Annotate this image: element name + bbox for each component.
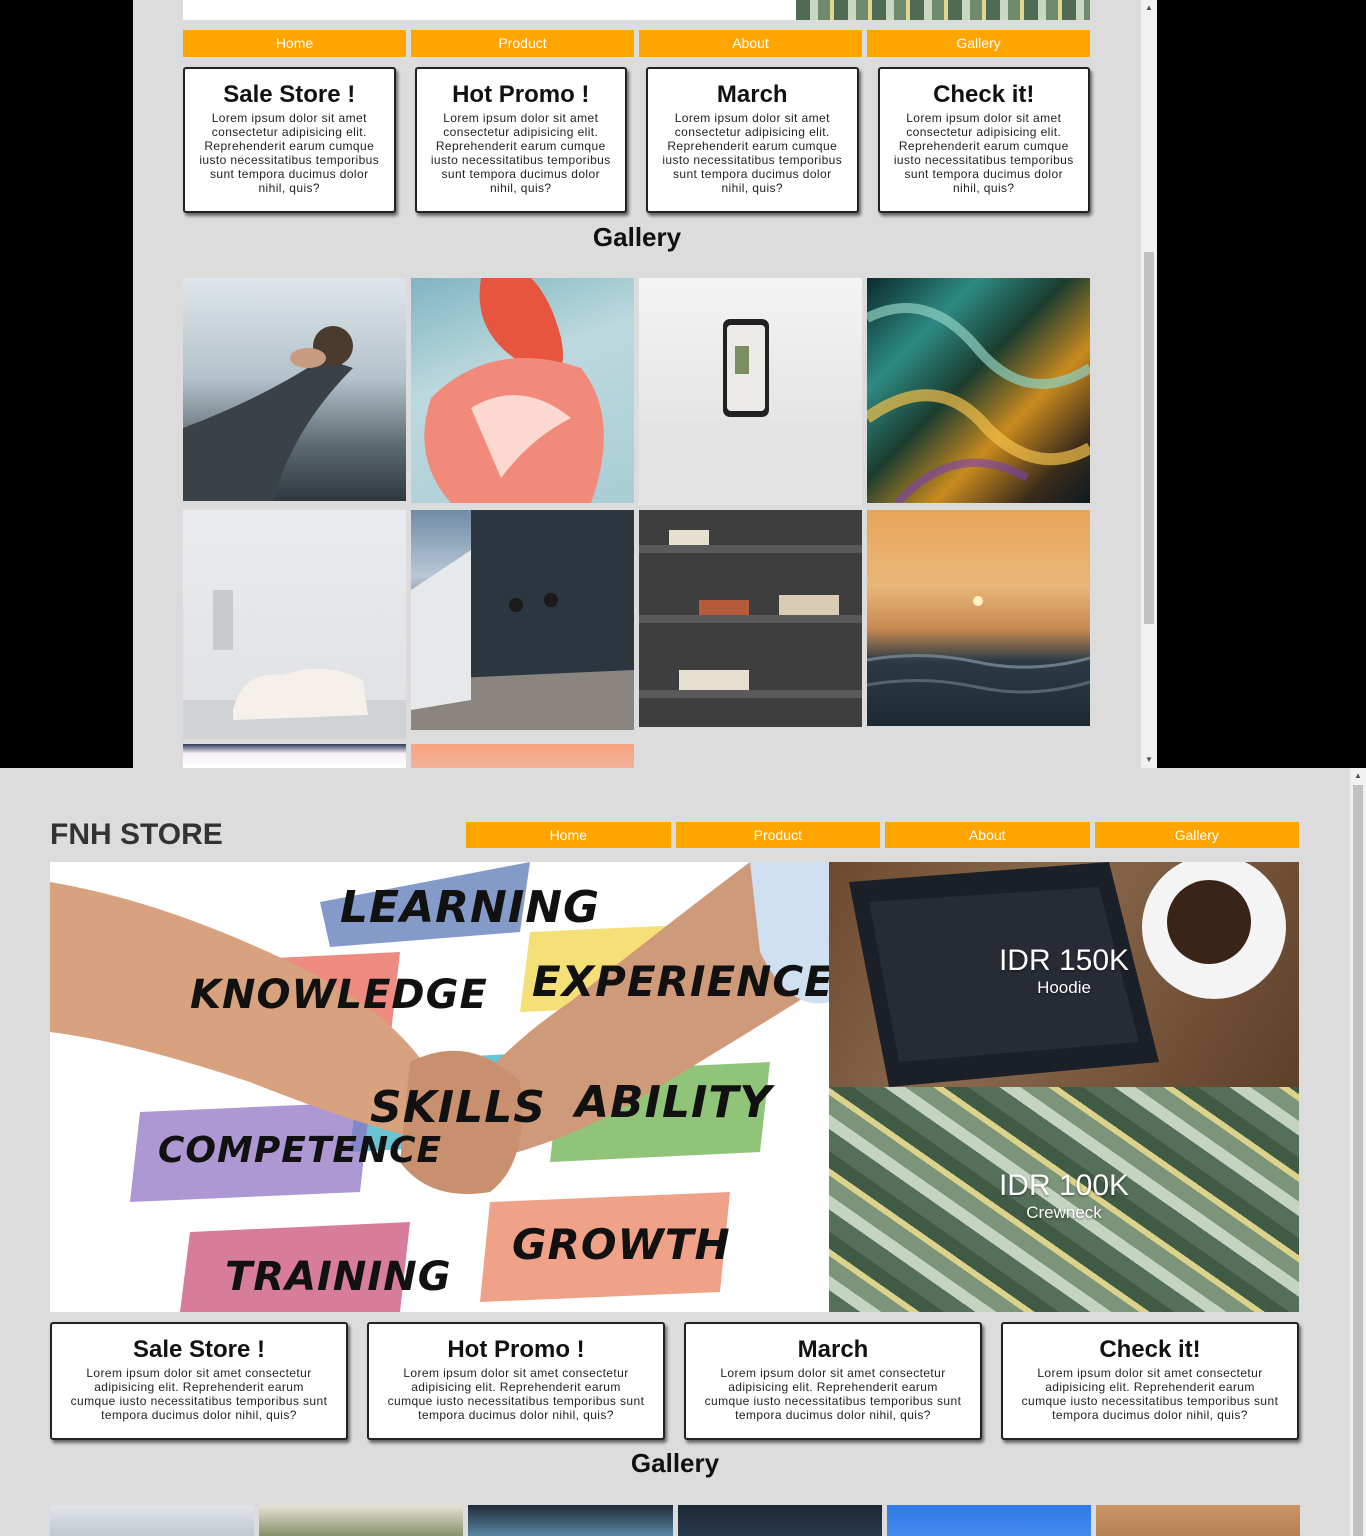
narrow-viewport: Home Product About Gallery Sale Store ! … (0, 0, 1366, 768)
skaters-art (411, 510, 634, 730)
nav-home[interactable]: Home (466, 822, 671, 848)
info-cards: Sale Store ! Lorem ipsum dolor sit amet … (50, 1322, 1300, 1440)
nav-gallery[interactable]: Gallery (867, 30, 1090, 57)
card-text: Lorem ipsum dolor sit amet consectetur a… (1021, 1366, 1279, 1422)
word-knowledge: KNOWLEDGE (190, 972, 488, 1018)
nav-about[interactable]: About (639, 30, 862, 57)
nav-home[interactable]: Home (183, 30, 406, 57)
word-ability: ABILITY (575, 1077, 773, 1128)
card-sale-store: Sale Store ! Lorem ipsum dolor sit amet … (50, 1322, 348, 1440)
gallery-photo-flamingo[interactable] (411, 278, 634, 503)
gallery-photo-partial-2[interactable] (411, 744, 634, 768)
bookshelf-art (639, 530, 862, 698)
card-title: Sale Store ! (132, 1336, 266, 1363)
phone-art (639, 319, 862, 505)
word-competence: COMPETENCE (158, 1130, 443, 1171)
word-learning: LEARNING (340, 882, 601, 933)
card-title: Hot Promo ! (447, 1336, 585, 1363)
gallery-thumb-6[interactable] (1095, 1505, 1301, 1536)
flamingo-art (424, 278, 604, 503)
scrollbar-wide[interactable]: ▲ (1350, 768, 1366, 1536)
promo-price: IDR 100K (998, 1169, 1130, 1202)
word-experience: EXPERIENCE (532, 957, 829, 1006)
gallery-thumb-1[interactable] (50, 1505, 255, 1536)
scroll-up-arrow-icon[interactable]: ▲ (1141, 0, 1157, 16)
card-check-it: Check it! Lorem ipsum dolor sit amet con… (1001, 1322, 1299, 1440)
card-text: Lorem ipsum dolor sit amet consectetur a… (893, 111, 1074, 195)
hero-banner-strip (183, 0, 1090, 20)
word-growth: GROWTH (512, 1220, 731, 1269)
sunset-art (867, 596, 1090, 694)
gallery-photo-room[interactable] (183, 510, 406, 739)
card-title: March (716, 81, 788, 108)
scrollbar-narrow[interactable]: ▲ ▼ (1141, 0, 1157, 768)
card-title: Check it! (933, 81, 1035, 108)
gallery-thumb-3[interactable] (468, 1505, 673, 1536)
word-training: TRAINING (225, 1254, 452, 1300)
gallery-photo-skaters[interactable] (411, 510, 634, 730)
scrollbar-thumb[interactable] (1144, 252, 1154, 624)
card-march: March Lorem ipsum dolor sit amet consect… (684, 1322, 982, 1440)
card-hot-promo: Hot Promo ! Lorem ipsum dolor sit amet c… (414, 67, 627, 213)
card-text: Lorem ipsum dolor sit amet consectetur a… (662, 111, 843, 195)
nav-about[interactable]: About (885, 822, 1090, 848)
gallery-thumb-2[interactable] (259, 1505, 464, 1536)
card-hot-promo: Hot Promo ! Lorem ipsum dolor sit amet c… (367, 1322, 665, 1440)
promo-name: Hoodie (1037, 978, 1091, 997)
card-text: Lorem ipsum dolor sit amet consectetur a… (430, 111, 611, 195)
abstract-waves-art (867, 303, 1090, 503)
page-narrow: Home Product About Gallery Sale Store ! … (133, 0, 1141, 768)
card-title: Hot Promo ! (452, 81, 590, 108)
scroll-down-arrow-icon[interactable]: ▼ (1141, 752, 1157, 768)
promo-hoodie[interactable]: IDR 150K Hoodie (829, 862, 1299, 1087)
scroll-up-arrow-icon[interactable]: ▲ (1350, 768, 1366, 784)
card-text: Lorem ipsum dolor sit amet consectetur a… (387, 1366, 645, 1422)
card-march: March Lorem ipsum dolor sit amet consect… (646, 67, 859, 213)
gallery-photo-phone[interactable] (639, 278, 862, 505)
promo-crewneck[interactable]: IDR 100K Crewneck (829, 1087, 1299, 1312)
gallery-photo-bookshelf[interactable] (639, 510, 862, 727)
gallery-title: Gallery (630, 1448, 720, 1478)
gallery-title: Gallery (592, 222, 682, 252)
scrollbar-thumb[interactable] (1353, 785, 1363, 1536)
nav-gallery[interactable]: Gallery (1094, 822, 1299, 848)
gallery-photo-abstract[interactable] (867, 278, 1090, 503)
compass-hand-art (183, 326, 353, 501)
card-text: Lorem ipsum dolor sit amet consectetur a… (70, 1366, 328, 1422)
gallery-photo-sunset-sea[interactable] (867, 510, 1090, 726)
nav-bar: Home Product About Gallery (183, 30, 1090, 57)
word-skills: SKILLS (370, 1082, 546, 1133)
hero-image: LEARNING KNOWLEDGE EXPERIENCE SKILLS ABI… (50, 862, 829, 1312)
nav-product[interactable]: Product (411, 30, 634, 57)
gallery-thumb-4[interactable] (677, 1505, 882, 1536)
card-title: March (797, 1336, 869, 1363)
promo-name: Crewneck (1026, 1203, 1102, 1222)
card-text: Lorem ipsum dolor sit amet consectetur a… (704, 1366, 962, 1422)
gallery-photo-partial-1[interactable] (183, 744, 406, 768)
wide-viewport: FNH STORE Home Product About Gallery LEA… (0, 768, 1366, 1536)
white-room-art (183, 590, 406, 739)
promo-price: IDR 150K (998, 944, 1130, 977)
gallery-thumb-5[interactable] (886, 1505, 1091, 1536)
card-title: Sale Store ! (223, 81, 356, 108)
gallery-photo-compass[interactable] (183, 278, 406, 501)
card-title: Check it! (1099, 1336, 1201, 1363)
gallery-row-partial (50, 1505, 1301, 1536)
info-cards: Sale Store ! Lorem ipsum dolor sit amet … (183, 67, 1090, 213)
card-check-it: Check it! Lorem ipsum dolor sit amet con… (877, 67, 1090, 213)
nav-bar: Home Product About Gallery (466, 822, 1299, 848)
card-sale-store: Sale Store ! Lorem ipsum dolor sit amet … (183, 67, 396, 213)
money-image (796, 0, 1090, 20)
card-text: Lorem ipsum dolor sit amet consectetur a… (199, 111, 380, 195)
store-logo[interactable]: FNH STORE (50, 818, 223, 852)
nav-product[interactable]: Product (675, 822, 880, 848)
